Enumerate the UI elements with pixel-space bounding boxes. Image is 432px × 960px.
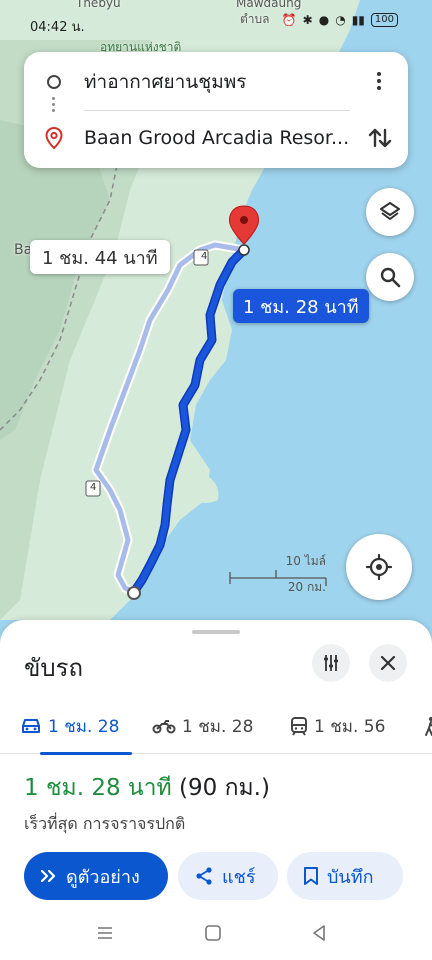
tab-transit-label: 1 ชม. 56 [314, 716, 386, 737]
status-time: 04:42 น. [30, 20, 85, 35]
bluetooth-icon: ✱ [302, 13, 313, 27]
route-duration: 1 ชม. 28 นาที [24, 775, 172, 801]
tab-walking[interactable] [424, 698, 432, 754]
share-button[interactable]: แชร์ [178, 852, 278, 900]
destination-pin-icon [45, 127, 63, 149]
recents-icon[interactable] [96, 924, 114, 942]
route-options-button[interactable] [312, 644, 350, 682]
layers-button[interactable] [366, 188, 414, 236]
car-icon [22, 719, 40, 733]
scale-km: 20 กม. [287, 580, 326, 594]
my-location-button[interactable] [346, 534, 412, 600]
signal-icon: ▮▮ [351, 13, 365, 27]
back-icon[interactable] [310, 924, 328, 942]
save-button-label: บันทึก [327, 866, 374, 888]
origin-circle-icon [47, 75, 61, 89]
walk-icon [425, 717, 432, 736]
status-bar: 04:42 น. ⏰ ✱ ● ◔ ▮▮ 100 [0, 0, 432, 40]
double-chevron-right-icon [40, 869, 56, 883]
search-icon [380, 267, 401, 288]
origin-input[interactable]: ท่าอากาศยานชุมพร [84, 67, 356, 97]
alarm-icon: ⏰ [281, 13, 297, 27]
search-along-route-button[interactable] [366, 253, 414, 301]
sheet-drag-handle[interactable] [192, 630, 240, 634]
tab-driving-label: 1 ชม. 28 [48, 716, 120, 737]
more-vert-icon[interactable] [366, 66, 392, 96]
status-icons: ⏰ ✱ ● ◔ ▮▮ 100 [282, 13, 398, 27]
battery-icon: 100 [370, 13, 398, 27]
selected-route-bubble[interactable]: 1 ชม. 28 นาที [233, 289, 369, 323]
highway-shield-label: 4 [90, 482, 97, 493]
preview-button[interactable]: ดูตัวอย่าง [24, 852, 168, 900]
travel-mode-tabs: 1 ชม. 28 1 ชม. 28 1 ชม. 56 [0, 698, 432, 755]
route-summary: 1 ชม. 28 นาที (90 กม.) [24, 770, 270, 806]
highway-shield-label: 4 [201, 251, 208, 262]
share-icon [196, 867, 212, 885]
alternate-route-bubble[interactable]: 1 ชม. 44 นาที [30, 240, 170, 274]
layers-icon [380, 202, 400, 220]
tab-transit[interactable]: 1 ชม. 56 [290, 698, 385, 754]
swap-vert-icon[interactable] [364, 122, 396, 154]
destination-input[interactable]: Baan Grood Arcadia Resor... [84, 127, 356, 149]
destination-row[interactable]: Baan Grood Arcadia Resor... [24, 110, 364, 166]
map-scale: 10 ไมล์ 20 กม. [228, 552, 328, 596]
active-tab-indicator [40, 752, 132, 755]
tune-icon [324, 655, 338, 671]
route-search-card: ท่าอากาศยานชุมพร Baan Grood Arcadia Reso… [24, 52, 408, 168]
my-location-icon [365, 553, 393, 581]
home-icon[interactable] [204, 924, 222, 942]
save-button[interactable]: บันทึก [287, 852, 403, 900]
transit-icon [291, 717, 307, 736]
origin-row[interactable]: ท่าอากาศยานชุมพร [24, 54, 364, 110]
system-nav-bar [0, 908, 432, 960]
close-icon [380, 655, 396, 671]
wifi-icon: ◔ [335, 13, 346, 27]
close-button[interactable] [369, 644, 407, 682]
motorcycle-icon [152, 720, 176, 734]
bookmark-icon [304, 867, 318, 885]
tab-motorcycle[interactable]: 1 ชม. 28 [152, 698, 253, 754]
route-traffic-note: เร็วที่สุด การจราจรปกติ [24, 814, 186, 833]
sheet-title: ขับรถ [24, 654, 84, 682]
share-button-label: แชร์ [222, 866, 256, 888]
map-view[interactable]: 4 4 Thebyu อุทยานแห่งชาติ Mawdaung ตําบล… [0, 0, 432, 660]
preview-button-label: ดูตัวอย่าง [66, 866, 140, 888]
route-distance: (90 กม.) [179, 775, 270, 801]
tab-driving[interactable]: 1 ชม. 28 [20, 698, 132, 755]
tab-motorcycle-label: 1 ชม. 28 [182, 716, 254, 737]
location-status-icon: ● [318, 13, 330, 27]
